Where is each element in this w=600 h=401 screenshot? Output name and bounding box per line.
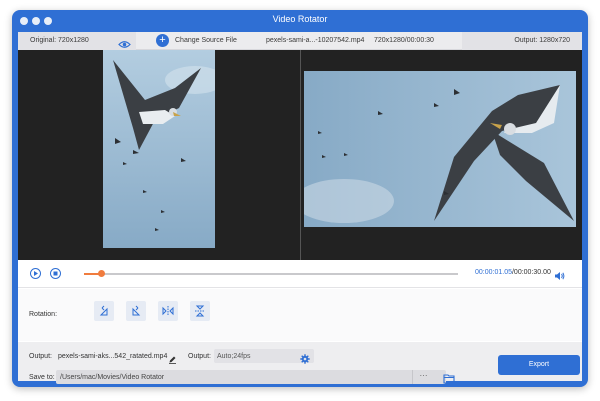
format-field[interactable]: Auto;24fps (214, 349, 314, 364)
rotated-video-frame (304, 71, 576, 227)
folder-icon[interactable] (443, 371, 455, 387)
change-source-button[interactable]: Change Source File (175, 37, 237, 44)
rotate-right-icon[interactable] (126, 301, 146, 321)
output-settings: Output: pexels-sami-aks...542_ratated.mp… (18, 342, 582, 384)
stop-icon[interactable] (50, 268, 61, 279)
rotate-left-icon[interactable] (94, 301, 114, 321)
progress-track[interactable] (84, 273, 458, 275)
format-label: Output: (188, 353, 211, 360)
volume-icon[interactable] (554, 268, 565, 286)
file-name: pexels-sami-a...-10207542.mp4 (266, 37, 365, 44)
current-time: 00:00:01.05 (475, 269, 512, 276)
window-title: Video Rotator (272, 14, 328, 24)
app-window: Video Rotator Original: 720x1280 + Chang… (12, 10, 588, 387)
title-bar: Video Rotator (12, 10, 588, 32)
video-preview (18, 50, 582, 260)
edit-icon[interactable] (168, 351, 177, 369)
rotation-label: Rotation: (29, 311, 58, 318)
playback-controls: 00:00:01.05/00:00:30.00 (18, 260, 582, 288)
output-resolution: Output: 1280x720 (514, 37, 570, 44)
save-path-field[interactable]: /Users/mac/Movies/Video Rotator (56, 370, 446, 384)
browse-button[interactable]: ··· (412, 370, 434, 384)
original-video-frame (103, 50, 215, 248)
play-icon[interactable] (30, 268, 41, 279)
output-file-label: Output: (29, 353, 52, 360)
save-to-label: Save to: (29, 374, 55, 381)
preview-divider (300, 50, 301, 260)
rotation-panel: Rotation: (18, 289, 582, 341)
flip-vertical-icon[interactable] (190, 301, 210, 321)
progress-knob[interactable] (98, 270, 105, 277)
file-meta: 720x1280/00:00:30 (374, 37, 434, 44)
original-info: Original: 720x1280 (18, 32, 136, 50)
main-panel: Original: 720x1280 + Change Source File … (18, 32, 582, 384)
export-button[interactable]: Export (498, 355, 580, 375)
info-bar: Original: 720x1280 + Change Source File … (18, 32, 582, 50)
format-value: Auto;24fps (217, 353, 251, 360)
gear-icon[interactable] (300, 351, 310, 369)
flip-horizontal-icon[interactable] (158, 301, 178, 321)
output-file-name: pexels-sami-aks...542_ratated.mp4 (58, 353, 168, 360)
original-resolution: Original: 720x1280 (30, 37, 89, 44)
add-icon[interactable]: + (156, 34, 169, 47)
save-path: /Users/mac/Movies/Video Rotator (60, 374, 165, 381)
total-time: /00:00:30.00 (511, 269, 551, 276)
time-display: 00:00:01.05/00:00:30.00 (475, 269, 551, 276)
output-info: Output: 1280x720 (462, 32, 582, 50)
